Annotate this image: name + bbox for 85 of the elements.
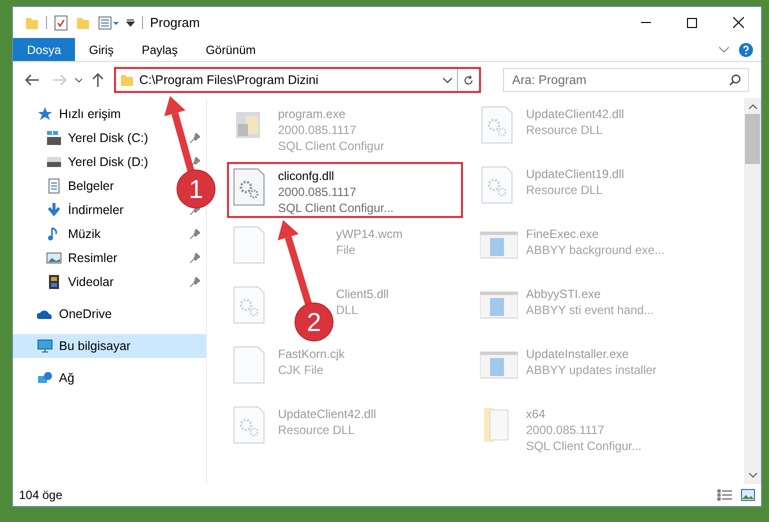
maximize-icon [687, 18, 697, 28]
step-badge: 1 [176, 170, 216, 208]
file-detail: File [336, 242, 356, 258]
chevron-down-icon[interactable] [443, 78, 452, 82]
nav-label[interactable]: OneDrive [59, 304, 112, 324]
ribbon-tab[interactable]: Dosya [13, 38, 76, 61]
file-detail: CJK File [278, 362, 324, 378]
nav-label[interactable]: Yerel Disk (C:) [68, 128, 148, 148]
file-detail: DLL [336, 302, 360, 318]
up-arrow-icon[interactable] [92, 73, 104, 87]
file-name: FineExec.exe [526, 226, 600, 242]
search-field[interactable]: Ara: Program [503, 68, 749, 92]
docs-icon [46, 178, 62, 194]
nav-label[interactable]: Belgeler [68, 176, 114, 196]
video-icon [46, 274, 62, 290]
nav-label[interactable]: İndirmeler [68, 200, 124, 220]
nav-label[interactable]: Bu bilgisayar [59, 336, 131, 356]
ribbon-tab[interactable]: Paylaş [128, 38, 192, 61]
refresh-icon [463, 74, 474, 86]
download-icon [46, 202, 62, 218]
nav-label[interactable]: Ağ [59, 368, 74, 388]
file-detail: ABBYY updates installer [526, 362, 657, 378]
scrollbar[interactable] [744, 98, 761, 484]
pin-icon[interactable] [190, 229, 200, 239]
address-path: C:\Program Files\Program Dizini [139, 72, 318, 89]
dropdown-icon[interactable] [126, 18, 135, 27]
file-detail: 2000.085.1117 [278, 184, 358, 200]
nav-label[interactable]: Hızlı erişim [59, 104, 121, 124]
drive-icon [46, 154, 62, 170]
list-options-icon[interactable] [98, 16, 120, 30]
pin-icon[interactable] [190, 253, 200, 263]
file-name: UpdateClient42.dll [526, 106, 624, 122]
nav-label[interactable]: Yerel Disk (D:) [68, 152, 148, 172]
address-bar[interactable]: C:\Program Files\Program Dizini [114, 67, 482, 93]
ribbon-tab[interactable]: Görünüm [192, 38, 270, 61]
file-name: UpdateClient19.dll [526, 166, 624, 182]
nav-item[interactable]: Bu bilgisayar [13, 334, 206, 358]
pictures-icon [46, 250, 62, 266]
back-arrow-icon[interactable] [25, 74, 39, 86]
file-detail: 2000.085.1117 [278, 122, 358, 138]
file-name: yWP14.wcm [336, 226, 403, 242]
file-detail: SQL Client Configur... [526, 438, 642, 454]
file-detail: SQL Client Configur... [278, 200, 394, 216]
nav-label[interactable]: Müzik [68, 224, 101, 244]
file-detail: Resource DLL [278, 422, 356, 438]
file-detail: Resource DLL [526, 182, 604, 198]
chevron-down-icon[interactable] [74, 78, 82, 82]
file-name: cliconfg.dll [278, 168, 336, 184]
step-badge: 2 [294, 302, 334, 342]
pc-icon [37, 338, 53, 354]
scrollbar-thumb[interactable] [745, 114, 760, 164]
nav-label[interactable]: Resimler [68, 248, 118, 268]
drive-c-icon [46, 130, 62, 146]
details-view-icon[interactable] [717, 489, 733, 501]
properties-icon[interactable] [54, 14, 68, 30]
file-name: UpdateClient42.dll [278, 406, 376, 422]
file-name: program.exe [278, 106, 346, 122]
file-name: Client5.dll [336, 286, 389, 302]
large-icons-view-icon[interactable] [741, 489, 755, 501]
file-detail: 2000.085.1117 [526, 422, 606, 438]
scroll-down-icon[interactable] [748, 473, 756, 478]
help-icon[interactable] [739, 42, 753, 56]
star-icon [37, 106, 53, 122]
pin-icon[interactable] [190, 157, 200, 167]
scroll-up-icon[interactable] [748, 104, 756, 109]
file-item[interactable]: cliconfg.dll 2000.085.1117 SQL Client Configur... [227, 162, 463, 218]
pin-icon[interactable] [190, 277, 200, 287]
file-name: FastKorn.cjk [278, 346, 345, 362]
minimize-icon [641, 22, 651, 23]
pin-icon[interactable] [190, 133, 200, 143]
file-detail: ABBYY background exe... [526, 242, 665, 258]
network-icon [37, 370, 53, 386]
file-detail: SQL Client Configur [278, 138, 384, 154]
item-count: 104 öge [19, 487, 62, 504]
close-icon [732, 17, 744, 28]
file-detail: ABBYY sti event hand... [526, 302, 654, 318]
file-detail: Resource DLL [526, 122, 604, 138]
folder-icon [120, 73, 134, 87]
file-name: x64 [526, 406, 546, 422]
search-icon[interactable] [729, 74, 741, 86]
ribbon-tab[interactable]: Giriş [75, 38, 128, 61]
window-title: Program [150, 14, 200, 32]
file-name: UpdateInstaller.exe [526, 346, 630, 362]
file-name: AbbyySTI.exe [526, 286, 602, 302]
nav-label[interactable]: Videolar [68, 272, 114, 292]
